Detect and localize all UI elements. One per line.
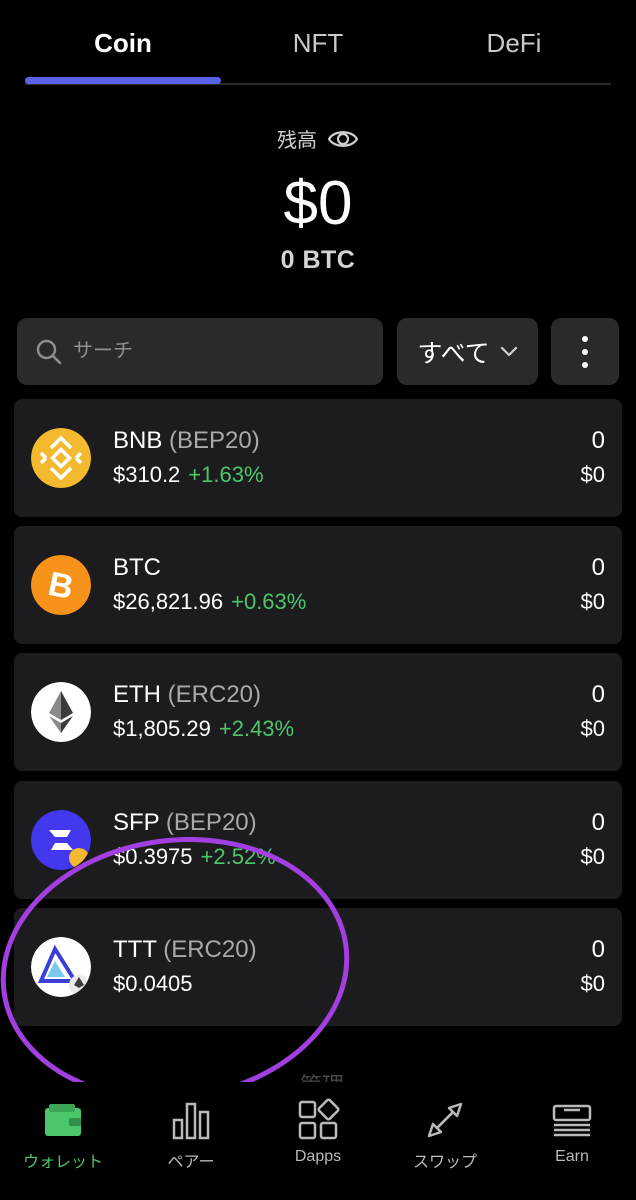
coin-row-ttt[interactable]: TTT (ERC20) $0.0405 0 $0 [14,908,622,1026]
search-input[interactable] [73,340,353,363]
bottom-nav: ウォレット ペアー Dapps スワップ Earn [0,1082,636,1200]
coin-value: $0 [580,971,605,996]
nav-swap-label: スワップ [412,1154,477,1171]
nav-pair-label: ペアー [167,1154,215,1171]
coin-network: (ERC20) [163,936,257,963]
nav-wallet-label: ウォレット [22,1154,103,1171]
more-options-button[interactable] [551,318,619,385]
nav-earn-label: Earn [555,1148,589,1165]
coin-amount: 0 [591,809,605,836]
balance-btc: 0 BTC [280,246,356,274]
wallet-icon [45,1104,81,1136]
search-box[interactable] [17,318,383,385]
ttt-logo-icon [31,937,91,997]
eye-icon[interactable] [327,127,359,151]
coin-change: +0.63% [231,589,307,614]
nav-pair[interactable]: ペアー [136,1098,246,1172]
coin-price-row: $1,805.29 +2.43% [113,716,294,742]
nav-wallet[interactable]: ウォレット [8,1098,118,1172]
chevron-down-icon [500,346,517,356]
coin-price: $0.0405 [113,971,193,996]
coin-change: +2.52% [200,844,276,869]
eth-logo-icon [31,682,91,742]
coin-row-btc[interactable]: B BTC $26,821.96 +0.63% 0 $0 [14,526,622,644]
apps-grid-icon [298,1098,340,1140]
coin-name: TTT (ERC20) [113,936,257,964]
coin-network: (BEP20) [169,427,260,454]
coin-amount: 0 [591,554,605,581]
coin-network: (ERC20) [167,681,262,708]
coin-change: +1.63% [188,462,264,487]
coin-symbol: ETH [113,681,161,708]
coin-change: +2.43% [218,716,295,741]
tab-active-indicator [25,77,221,84]
nav-dapps-label: Dapps [294,1148,342,1165]
coin-price-row: $26,821.96 +0.63% [113,589,306,615]
bnb-logo-icon [31,428,91,488]
coin-value: $0 [580,844,605,869]
coin-value: $0 [580,589,605,614]
swap-arrows-icon [427,1102,463,1138]
nav-swap[interactable]: スワップ [390,1098,500,1172]
coin-amount: 0 [591,681,605,708]
top-tabs: Coin NFT DeFi [0,0,636,86]
coin-price-row: $0.0405 [113,971,193,997]
coin-amount: 0 [591,936,605,963]
coin-price: $0.3975 [113,844,193,869]
coin-symbol: BNB [113,427,163,454]
nav-earn[interactable]: Earn [517,1098,627,1166]
coin-amount: 0 [591,427,605,454]
tab-defi[interactable]: DeFi [416,28,612,59]
coin-name: SFP (BEP20) [113,809,257,837]
coin-symbol: SFP [113,809,160,836]
coin-row-sfp[interactable]: SFP (BEP20) $0.3975 +2.52% 0 $0 [14,781,622,899]
filter-dropdown[interactable]: すべて [397,318,538,385]
coin-price: $1,805.29 [113,716,211,741]
balance-usd: $0 [283,169,353,238]
coin-name: BNB (BEP20) [113,427,260,455]
tab-coin[interactable]: Coin [25,28,221,59]
nav-dapps[interactable]: Dapps [263,1098,373,1166]
tab-nft[interactable]: NFT [220,28,416,59]
coin-symbol: TTT [113,936,157,963]
coin-price: $310.2 [113,462,181,487]
search-icon [36,339,62,364]
btc-logo-icon: B [31,555,91,615]
coin-price-row: $0.3975 +2.52% [113,844,276,870]
balance-label: 残高 [277,130,317,152]
coin-value: $0 [580,462,605,487]
coin-price: $26,821.96 [113,589,224,614]
coin-network: (BEP20) [165,809,257,836]
coin-name: BTC [113,554,161,582]
vertical-dots-icon [582,335,588,368]
coin-row-bnb[interactable]: BNB (BEP20) $310.2 +1.63% 0 $0 [14,399,622,517]
coin-row-eth[interactable]: ETH (ERC20) $1,805.29 +2.43% 0 $0 [14,653,622,771]
coin-price-row: $310.2 +1.63% [113,462,264,488]
balance-label-row: 残高 [0,124,636,153]
coin-value: $0 [580,716,605,741]
money-stack-icon [552,1104,592,1137]
coin-symbol: BTC [113,554,161,581]
sfp-logo-icon [31,810,91,870]
filter-label: すべて [417,339,490,368]
coin-name: ETH (ERC20) [113,681,261,709]
bar-chart-icon [172,1102,210,1140]
